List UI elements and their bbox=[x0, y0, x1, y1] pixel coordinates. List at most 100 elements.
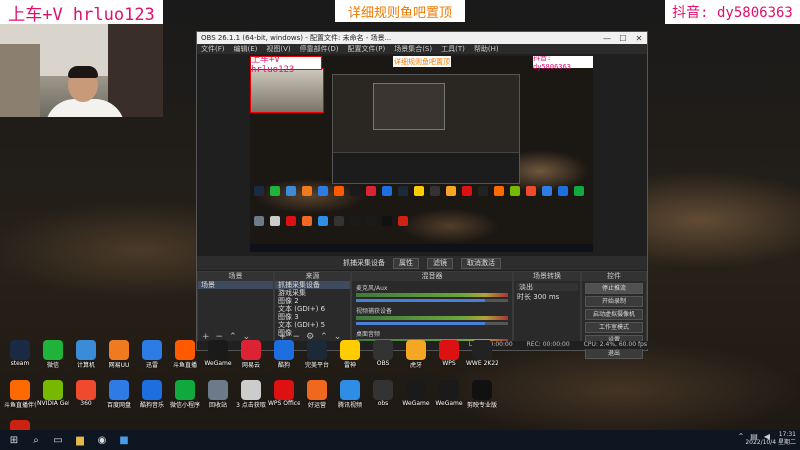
desktop-icon[interactable]: OBS bbox=[367, 340, 399, 367]
obs-titlebar[interactable]: OBS 26.1.1 (64-bit, windows) - 配置文件: 未命名… bbox=[197, 32, 647, 44]
source-item[interactable]: 游戏采集 bbox=[275, 289, 350, 297]
menu-tools[interactable]: 工具(T) bbox=[441, 44, 465, 54]
desktop-icon[interactable]: 完美平台 bbox=[301, 340, 333, 369]
desktop-icon[interactable]: 回收站 bbox=[202, 380, 234, 409]
menu-docks[interactable]: 停靠部件(D) bbox=[300, 44, 339, 54]
mixer-channel: 麦克风/Aux bbox=[352, 281, 512, 304]
preview-mini-icon bbox=[302, 186, 312, 196]
properties-button[interactable]: 属性 bbox=[393, 257, 419, 269]
source-item[interactable]: 图像 2 bbox=[275, 297, 350, 305]
desktop-icon[interactable]: WPS bbox=[433, 340, 465, 367]
obs-taskbar-icon[interactable]: ◉ bbox=[94, 432, 110, 448]
app-icon bbox=[76, 340, 96, 360]
deactivate-button[interactable]: 取消激活 bbox=[461, 257, 501, 269]
menu-scene-collection[interactable]: 场景集合(S) bbox=[394, 44, 432, 54]
stop-streaming-button[interactable]: 停止推流 bbox=[585, 283, 643, 294]
desktop-icon[interactable]: 百度网盘 bbox=[103, 380, 135, 409]
task-view-icon[interactable]: ▭ bbox=[50, 432, 66, 448]
desktop-icon[interactable]: NVIDIA GeForce bbox=[37, 380, 69, 407]
desktop-icon[interactable]: 微信小程序 bbox=[169, 380, 201, 409]
app-icon bbox=[472, 380, 492, 400]
desktop-icon[interactable]: 腾讯视频 bbox=[334, 380, 366, 409]
preview-mini-icon bbox=[414, 186, 424, 196]
desktop-icon[interactable]: steam bbox=[4, 340, 36, 367]
app-icon bbox=[274, 340, 294, 360]
search-icon[interactable]: ⌕ bbox=[28, 432, 44, 448]
menu-profile[interactable]: 配置文件(P) bbox=[348, 44, 386, 54]
volume-slider[interactable] bbox=[356, 322, 508, 325]
duration-value[interactable]: 300 ms bbox=[533, 293, 559, 301]
app-icon bbox=[406, 340, 426, 360]
obs-window[interactable]: OBS 26.1.1 (64-bit, windows) - 配置文件: 未命名… bbox=[196, 31, 653, 359]
menu-edit[interactable]: 编辑(E) bbox=[234, 44, 258, 54]
transition-duration[interactable]: 时长 300 ms bbox=[514, 293, 580, 301]
folder-icon[interactable]: ▆ bbox=[72, 432, 88, 448]
preview-overlay-mid: 详细规则鱼吧置顶 bbox=[393, 56, 451, 67]
transition-type-select[interactable]: 淡出 bbox=[516, 283, 578, 291]
close-button[interactable]: ✕ bbox=[631, 34, 647, 43]
scene-item[interactable]: 场景 bbox=[198, 281, 273, 289]
preview-mini-icon bbox=[350, 215, 360, 226]
overlay-rules-text: 详细规则鱼吧置顶 bbox=[335, 0, 465, 22]
desktop-icon[interactable]: 360 bbox=[70, 380, 102, 407]
volume-slider[interactable] bbox=[356, 299, 508, 302]
desktop-icon[interactable]: 网易UU bbox=[103, 340, 135, 369]
minimize-button[interactable]: — bbox=[599, 34, 615, 43]
source-item[interactable]: 图像 3 bbox=[275, 313, 350, 321]
controls-header: 控件 bbox=[582, 272, 646, 281]
preview-mini-icon bbox=[270, 215, 280, 226]
app-icon bbox=[175, 340, 195, 360]
source-item[interactable]: 文本 (GDI+) 5 bbox=[275, 321, 350, 329]
app-icon bbox=[10, 380, 30, 400]
studio-mode-button[interactable]: 工作室模式 bbox=[585, 322, 643, 333]
desktop-icon[interactable]: WeGame bbox=[400, 380, 432, 407]
exit-button[interactable]: 退出 bbox=[585, 348, 643, 359]
desktop-icon[interactable]: WWE 2K22 bbox=[466, 340, 498, 367]
menu-file[interactable]: 文件(F) bbox=[201, 44, 225, 54]
desktop-icon[interactable]: 好运营 bbox=[301, 380, 333, 409]
chevron-up-icon[interactable]: ⌃ bbox=[738, 432, 745, 441]
preview-mini-icon bbox=[398, 186, 408, 196]
scenes-header: 场景 bbox=[198, 272, 273, 281]
source-item[interactable]: 抓捕采集设备 bbox=[275, 281, 350, 289]
obs-preview[interactable]: 上车+V hrluo123 详细规则鱼吧置顶 抖音: dy5806363 bbox=[250, 56, 593, 252]
desktop-icon[interactable]: 计算机 bbox=[70, 340, 102, 369]
desktop-icon[interactable]: 网易云 bbox=[235, 340, 267, 369]
desktop-icon[interactable]: 微信 bbox=[37, 340, 69, 369]
desktop-icon[interactable]: 雷神 bbox=[334, 340, 366, 369]
filters-button[interactable]: 滤镜 bbox=[427, 257, 453, 269]
preview-mini-icon bbox=[302, 215, 312, 226]
desktop-icon[interactable]: WeGame bbox=[202, 340, 234, 367]
desktop-icon-label: 好运营 bbox=[307, 402, 326, 409]
clock-date: 2022/10/4 星期二 bbox=[745, 439, 796, 446]
start-icon[interactable]: ⊞ bbox=[6, 432, 22, 448]
desktop-icon[interactable]: 迅雷 bbox=[136, 340, 168, 369]
desktop-icon-label: 斗鱼直播伴侣 bbox=[4, 402, 36, 409]
clock[interactable]: 17:31 2022/10/4 星期二 bbox=[745, 431, 796, 447]
desktop-icon[interactable]: WeGame bbox=[433, 380, 465, 407]
desktop-icon[interactable]: 斗鱼直播伴侣 bbox=[4, 380, 36, 409]
virtual-camera-button[interactable]: 启动虚拟摄像机 bbox=[585, 309, 643, 320]
source-item[interactable]: 文本 (GDI+) 6 bbox=[275, 305, 350, 313]
start-recording-button[interactable]: 开始录制 bbox=[585, 296, 643, 307]
app-icon bbox=[439, 340, 459, 360]
preview-mini-icon bbox=[318, 186, 328, 196]
webcam-person-hair bbox=[68, 66, 98, 78]
maximize-button[interactable]: ☐ bbox=[615, 34, 631, 43]
desktop-icon[interactable]: 酷狗音乐 bbox=[136, 380, 168, 409]
desktop-icon[interactable]: 虎牙 bbox=[400, 340, 432, 369]
desktop-icon[interactable]: 斗鱼直播 bbox=[169, 340, 201, 369]
menu-view[interactable]: 视图(V) bbox=[266, 44, 290, 54]
transitions-header: 场景转换 bbox=[514, 272, 580, 281]
app-taskbar-icon[interactable]: ■ bbox=[116, 432, 132, 448]
desktop-icon-label: 虎牙 bbox=[409, 362, 422, 369]
desktop-icon[interactable]: 3 点击获取 bbox=[235, 380, 267, 409]
app-icon bbox=[439, 380, 459, 400]
desktop-icon[interactable]: obs bbox=[367, 380, 399, 407]
preview-nested-panels bbox=[333, 152, 519, 183]
app-icon bbox=[406, 380, 426, 400]
desktop-icon[interactable]: 剪映专业版 bbox=[466, 380, 498, 409]
desktop-icon[interactable]: 酷狗 bbox=[268, 340, 300, 369]
desktop-icon[interactable]: WPS Office bbox=[268, 380, 300, 407]
menu-help[interactable]: 帮助(H) bbox=[474, 44, 499, 54]
